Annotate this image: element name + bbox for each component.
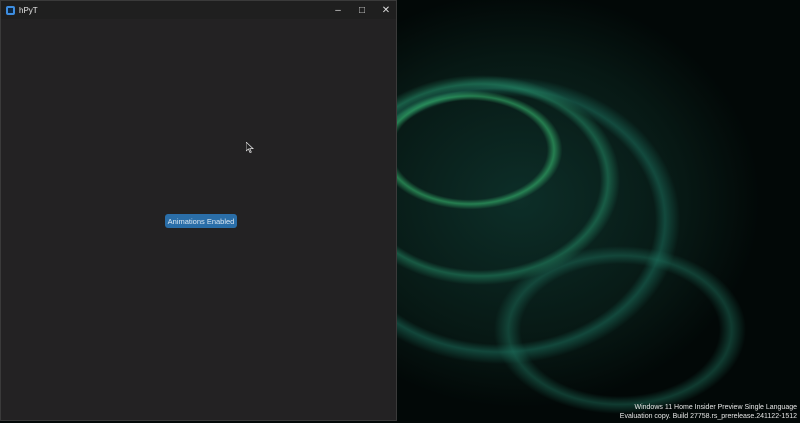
windows-watermark: Windows 11 Home Insider Preview Single L… xyxy=(620,403,797,421)
animations-toggle-button[interactable]: Animations Enabled xyxy=(165,214,237,228)
minimize-button[interactable]: – xyxy=(326,1,350,19)
mouse-cursor-icon xyxy=(246,142,254,153)
title-bar[interactable]: hPyT – □ ✕ xyxy=(1,1,396,19)
watermark-line-2: Evaluation copy. Build 27758.rs_prerelea… xyxy=(619,413,797,420)
close-button[interactable]: ✕ xyxy=(374,1,398,19)
window-title: hPyT xyxy=(19,5,38,15)
app-window: hPyT – □ ✕ Animations Enabled xyxy=(0,0,397,421)
maximize-button[interactable]: □ xyxy=(350,1,374,19)
watermark-line-1: Windows 11 Home Insider Preview Single L… xyxy=(634,404,797,411)
app-icon xyxy=(6,5,15,15)
